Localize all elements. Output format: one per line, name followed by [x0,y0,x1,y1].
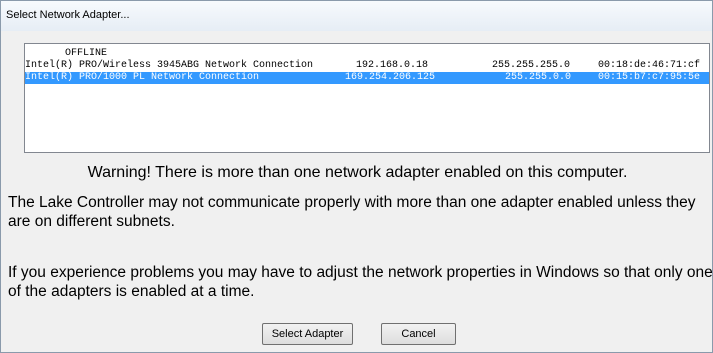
window-title: Select Network Adapter... [6,9,130,21]
subnet-info-text: The Lake Controller may not communicate … [8,194,696,230]
adapter-ip: 192.168.0.18 [356,60,429,71]
adapter-list[interactable]: OFFLINE Intel(R) PRO/Wireless 3945ABG Ne… [24,43,710,153]
adapter-row-wireless[interactable]: Intel(R) PRO/Wireless 3945ABG Network Co… [25,60,709,72]
adapter-mask: 255.255.0.0 [505,72,572,83]
adapter-name: Intel(R) PRO/1000 PL Network Connection [25,72,260,83]
adapter-ip: 169.254.206.125 [345,72,436,83]
network-properties-text: If you experience problems you may have … [8,264,713,300]
cancel-button[interactable]: Cancel [381,323,456,345]
adapter-mac: 00:15:b7:c7:95:5e [598,72,701,83]
list-status-header: OFFLINE [65,48,108,59]
adapter-row-ethernet[interactable]: Intel(R) PRO/1000 PL Network Connection … [25,72,709,84]
select-adapter-button[interactable]: Select Adapter [262,323,353,345]
warning-text: Warning! There is more than one network … [87,164,628,181]
adapter-mask: 255.255.255.0 [492,60,571,71]
adapter-name: Intel(R) PRO/Wireless 3945ABG Network Co… [25,60,314,71]
adapter-mac: 00:18:de:46:71:cf [598,60,701,71]
title-bar[interactable]: Select Network Adapter... [1,1,712,31]
select-network-adapter-dialog: Select Network Adapter... OFFLINE Intel(… [0,0,713,353]
